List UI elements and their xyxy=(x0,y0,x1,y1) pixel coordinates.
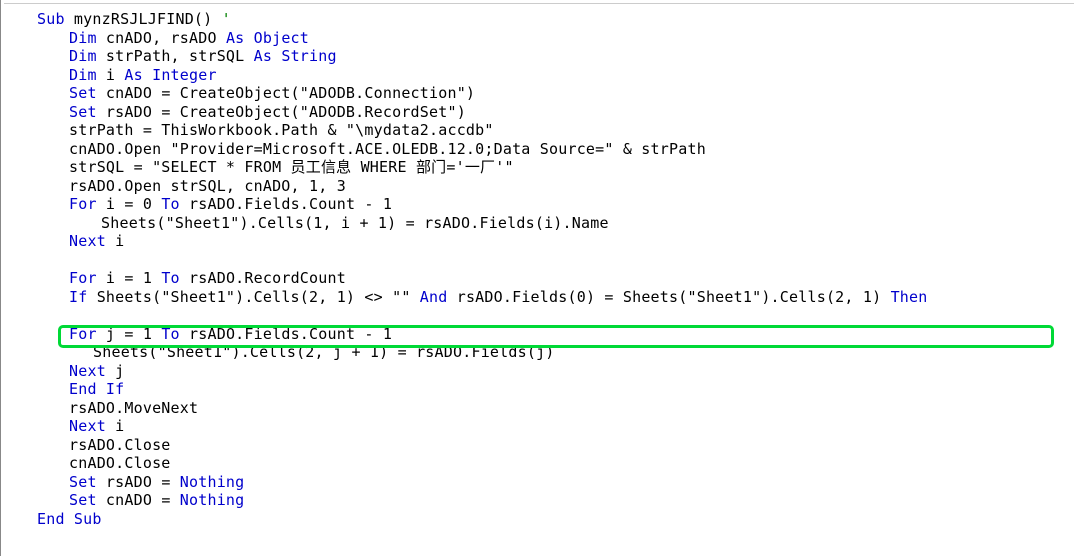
code-token: End If xyxy=(69,380,124,398)
code-token: Dim xyxy=(69,66,97,84)
code-token: Set xyxy=(69,473,97,491)
code-token: strPath, strSQL xyxy=(97,47,254,65)
code-token: Next xyxy=(69,417,106,435)
code-token: Then xyxy=(891,288,928,306)
code-line[interactable]: Set rsADO = Nothing xyxy=(37,473,1074,492)
code-line[interactable]: Dim strPath, strSQL As String xyxy=(37,47,1074,66)
code-line[interactable]: Sheets("Sheet1").Cells(2, j + 1) = rsADO… xyxy=(37,343,1074,362)
code-token: i xyxy=(97,66,125,84)
code-token: Sub xyxy=(37,10,65,28)
code-line[interactable]: cnADO.Close xyxy=(37,454,1074,473)
code-editor[interactable]: Sub mynzRSJLJFIND() 'Dim cnADO, rsADO As… xyxy=(0,0,1074,556)
code-line[interactable]: rsADO.MoveNext xyxy=(37,399,1074,418)
code-token: Set xyxy=(69,103,97,121)
code-line[interactable]: For i = 1 To rsADO.RecordCount xyxy=(37,269,1074,288)
code-token: Next xyxy=(69,362,106,380)
code-token: Next xyxy=(69,232,106,250)
code-token: cnADO = xyxy=(97,491,180,509)
code-token: i xyxy=(106,417,124,435)
code-token: cnADO = CreateObject("ADODB.Connection") xyxy=(97,84,475,102)
code-token: i = 1 xyxy=(97,269,162,287)
code-line[interactable] xyxy=(37,251,1074,270)
code-token: To xyxy=(161,325,179,343)
code-token: rsADO = CreateObject("ADODB.RecordSet") xyxy=(97,103,466,121)
code-token: And xyxy=(420,288,448,306)
code-token: Set xyxy=(69,84,97,102)
code-token: rsADO.MoveNext xyxy=(69,399,198,417)
code-line[interactable]: strPath = ThisWorkbook.Path & "\mydata2.… xyxy=(37,121,1074,140)
code-line[interactable]: If Sheets("Sheet1").Cells(2, 1) <> "" An… xyxy=(37,288,1074,307)
code-line[interactable]: strSQL = "SELECT * FROM 员工信息 WHERE 部门='一… xyxy=(37,158,1074,177)
code-token: If xyxy=(69,288,87,306)
code-line[interactable]: End If xyxy=(37,380,1074,399)
code-token: cnADO.Open "Provider=Microsoft.ACE.OLEDB… xyxy=(69,140,706,158)
code-token: strSQL = "SELECT * FROM 员工信息 WHERE 部门='一… xyxy=(69,158,514,176)
code-token: For xyxy=(69,195,97,213)
code-line[interactable]: Next i xyxy=(37,232,1074,251)
code-token: mynzRSJLJFIND() xyxy=(65,10,222,28)
code-line[interactable]: Next i xyxy=(37,417,1074,436)
code-token: End Sub xyxy=(37,510,102,528)
code-token: rsADO.Fields(0) = Sheets("Sheet1").Cells… xyxy=(447,288,890,306)
code-line[interactable]: End Sub xyxy=(37,510,1074,529)
code-token: As String xyxy=(254,47,337,65)
code-line[interactable]: rsADO.Close xyxy=(37,436,1074,455)
code-line[interactable]: For i = 0 To rsADO.Fields.Count - 1 xyxy=(37,195,1074,214)
code-token: As Object xyxy=(226,29,309,47)
code-line[interactable]: Set rsADO = CreateObject("ADODB.RecordSe… xyxy=(37,103,1074,122)
code-token: rsADO.Open strSQL, cnADO, 1, 3 xyxy=(69,177,346,195)
code-line[interactable]: Set cnADO = Nothing xyxy=(37,491,1074,510)
code-token: j xyxy=(106,362,124,380)
code-token: rsADO.Close xyxy=(69,436,171,454)
code-token: Sheets("Sheet1").Cells(2, 1) <> "" xyxy=(87,288,419,306)
code-line[interactable]: Sheets("Sheet1").Cells(1, i + 1) = rsADO… xyxy=(37,214,1074,233)
code-line[interactable]: Next j xyxy=(37,362,1074,381)
code-token: i = 0 xyxy=(97,195,162,213)
code-line[interactable] xyxy=(37,306,1074,325)
code-token: Sheets("Sheet1").Cells(1, i + 1) = rsADO… xyxy=(101,214,609,232)
code-token: j = 1 xyxy=(97,325,162,343)
code-token: Dim xyxy=(69,47,97,65)
code-token: cnADO, rsADO xyxy=(97,29,226,47)
code-token: rsADO.Fields.Count - 1 xyxy=(180,325,392,343)
code-content[interactable]: Sub mynzRSJLJFIND() 'Dim cnADO, rsADO As… xyxy=(1,10,1074,528)
code-token: strPath = ThisWorkbook.Path & "\mydata2.… xyxy=(69,121,494,139)
code-token: For xyxy=(69,269,97,287)
code-line[interactable]: rsADO.Open strSQL, cnADO, 1, 3 xyxy=(37,177,1074,196)
divider xyxy=(4,3,1074,4)
code-token: Dim xyxy=(69,29,97,47)
code-token: rsADO = xyxy=(97,473,180,491)
code-token: i xyxy=(106,232,124,250)
code-token: ' xyxy=(222,10,231,28)
code-line[interactable]: Dim cnADO, rsADO As Object xyxy=(37,29,1074,48)
code-token: rsADO.RecordCount xyxy=(180,269,346,287)
code-line[interactable]: Dim i As Integer xyxy=(37,66,1074,85)
code-token: Set xyxy=(69,491,97,509)
code-token: Nothing xyxy=(180,491,245,509)
code-token: rsADO.Fields.Count - 1 xyxy=(180,195,392,213)
code-line[interactable]: Sub mynzRSJLJFIND() ' xyxy=(37,10,1074,29)
code-token: To xyxy=(161,269,179,287)
code-token: To xyxy=(161,195,179,213)
code-token: Sheets("Sheet1").Cells(2, j + 1) = rsADO… xyxy=(93,343,555,361)
code-line[interactable]: cnADO.Open "Provider=Microsoft.ACE.OLEDB… xyxy=(37,140,1074,159)
code-token: cnADO.Close xyxy=(69,454,171,472)
code-token: Nothing xyxy=(180,473,245,491)
code-token: As Integer xyxy=(124,66,216,84)
code-line[interactable]: For j = 1 To rsADO.Fields.Count - 1 xyxy=(37,325,1074,344)
code-token: For xyxy=(69,325,97,343)
code-line[interactable]: Set cnADO = CreateObject("ADODB.Connecti… xyxy=(37,84,1074,103)
